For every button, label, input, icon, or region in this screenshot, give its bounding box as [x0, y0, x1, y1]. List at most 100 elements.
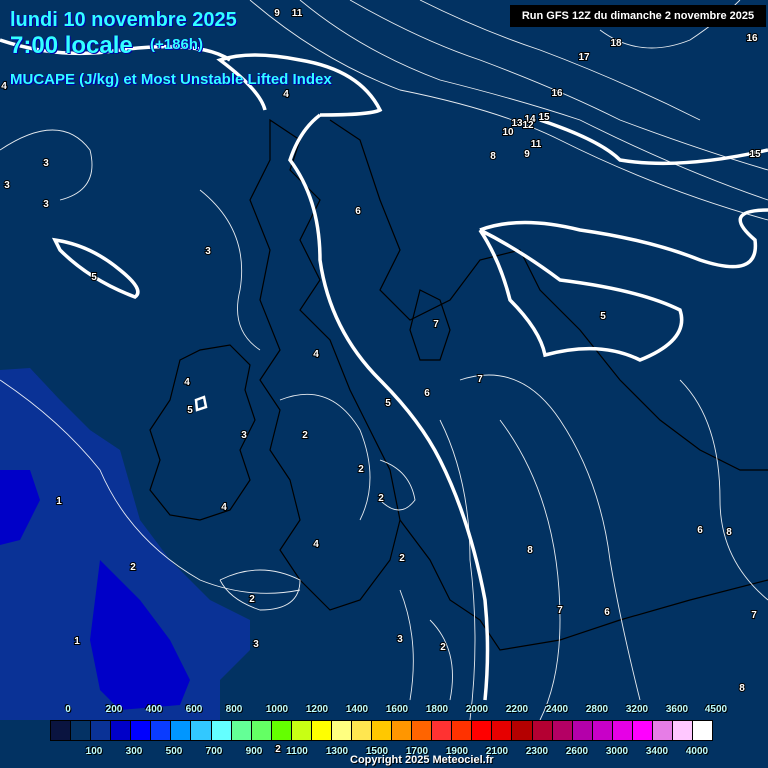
colorbar-label: 100 [85, 746, 103, 757]
contour-label: 8 [490, 151, 496, 162]
contour-label: 10 [502, 127, 514, 138]
contour-label: 4 [1, 81, 7, 92]
colorbar-swatch [351, 721, 372, 740]
colorbar-label: 1600 [385, 704, 409, 715]
colorbar-label: 1800 [425, 704, 449, 715]
contour-label: 6 [355, 206, 361, 217]
colorbar-swatch [291, 721, 312, 740]
contour-label: 18 [610, 38, 622, 49]
colorbar-swatch [111, 721, 132, 740]
contour-label: 3 [205, 246, 211, 257]
colorbar-label: 800 [225, 704, 243, 715]
colorbar-swatch [231, 721, 252, 740]
contour-label: 5 [385, 398, 391, 409]
contour-label: 16 [551, 88, 563, 99]
contour-label: 8 [527, 545, 533, 556]
colorbar-label: 2300 [525, 746, 549, 757]
colorbar-swatch [693, 721, 713, 740]
contour-label: 3 [4, 180, 10, 191]
contour-label: 15 [749, 149, 761, 160]
contour-label: 9 [524, 149, 530, 160]
colorbar-label: 2600 [565, 746, 589, 757]
colorbar-label: 3000 [605, 746, 629, 757]
colorbar-swatch [672, 721, 693, 740]
colorbar-swatch [412, 721, 433, 740]
contour-label: 6 [604, 607, 610, 618]
colorbar-label: 3200 [625, 704, 649, 715]
colorbar-swatch [372, 721, 393, 740]
contour-label: 4 [283, 89, 289, 100]
colorbar-label: 2800 [585, 704, 609, 715]
colorbar-swatch [71, 721, 92, 740]
parameter-title: MUCAPE (J/kg) et Most Unstable Lifted In… [10, 71, 332, 88]
colorbar [50, 720, 713, 741]
colorbar-swatch [51, 721, 72, 740]
weather-map: 9 11 18 17 16 16 15 4 4 3 3 3 3 5 6 8 13 14 15 10 12 11 9 7 5 7 4 4… [0, 0, 768, 768]
contour-label: 3 [43, 158, 49, 169]
colorbar-swatch [492, 721, 513, 740]
contour-label: 4 [313, 539, 319, 550]
contour-label: 4 [313, 349, 319, 360]
contour-label: 7 [433, 319, 439, 330]
map-canvas: 9 11181716161544333356813 14 15101211975744… [0, 0, 768, 756]
contour-label: 7 [477, 374, 483, 385]
colorbar-swatch [271, 721, 292, 740]
contour-label: 2 [249, 594, 255, 605]
contour-label: 2 [358, 464, 364, 475]
contour-label: 15 [538, 112, 550, 123]
contour-label: 11 [292, 8, 303, 19]
contour-label: 4 [221, 502, 227, 513]
contour-label: 5 [91, 272, 97, 283]
copyright: Copyright 2025 Meteociel.fr [350, 754, 494, 766]
coastlines [149, 118, 768, 651]
colorbar-swatch [131, 721, 152, 740]
colorbar-label: 600 [185, 704, 203, 715]
run-info: Run GFS 12Z du dimanche 2 novembre 2025 [510, 5, 766, 27]
contour-label: 7 [751, 610, 757, 621]
contour-label: 2 [130, 562, 136, 573]
contour-label: 3 [241, 430, 247, 441]
contour-label: 7 [557, 605, 563, 616]
contour-label: 6 [697, 525, 703, 536]
contour-label: 2 [302, 430, 308, 441]
contour-label: 1 [56, 496, 62, 507]
colorbar-label: 2400 [545, 704, 569, 715]
colorbar-label: 3400 [645, 746, 669, 757]
contour-label: 3 [43, 199, 49, 210]
forecast-date: lundi 10 novembre 2025 [10, 9, 237, 31]
colorbar-label: 3600 [665, 704, 689, 715]
cape-shading [0, 368, 250, 720]
contour-label: 2 [440, 642, 446, 653]
colorbar-swatch [432, 721, 453, 740]
colorbar-swatch [392, 721, 413, 740]
colorbar-swatch [632, 721, 653, 740]
colorbar-label: 400 [145, 704, 163, 715]
contour-label: 2 [378, 493, 384, 504]
colorbar-label: 1100 [286, 746, 308, 757]
colorbar-swatch [552, 721, 573, 740]
colorbar-label: 700 [205, 746, 223, 757]
contour-label: 5 [187, 405, 193, 416]
colorbar-label: 200 [105, 704, 123, 715]
colorbar-swatch [572, 721, 593, 740]
colorbar-swatch [171, 721, 192, 740]
colorbar-swatch [311, 721, 332, 740]
contour-label: 17 [578, 52, 590, 63]
colorbar-swatch [151, 721, 172, 740]
colorbar-swatch [331, 721, 352, 740]
colorbar-label: 900 [245, 746, 263, 757]
contour-label: 4 [184, 377, 190, 388]
colorbar-swatch [191, 721, 212, 740]
colorbar-swatch [652, 721, 673, 740]
contour-label: 3 [397, 634, 403, 645]
colorbar-label: 500 [165, 746, 183, 757]
colorbar-swatch [532, 721, 553, 740]
forecast-time: 7:00 locale [10, 32, 133, 59]
colorbar-swatch [452, 721, 473, 740]
contour-label: 11 [531, 139, 542, 150]
colorbar-swatch [592, 721, 613, 740]
colorbar-swatch [91, 721, 112, 740]
colorbar-swatch [512, 721, 533, 740]
forecast-lead: (+186h) [150, 36, 203, 53]
contour-label: 6 [424, 388, 430, 399]
